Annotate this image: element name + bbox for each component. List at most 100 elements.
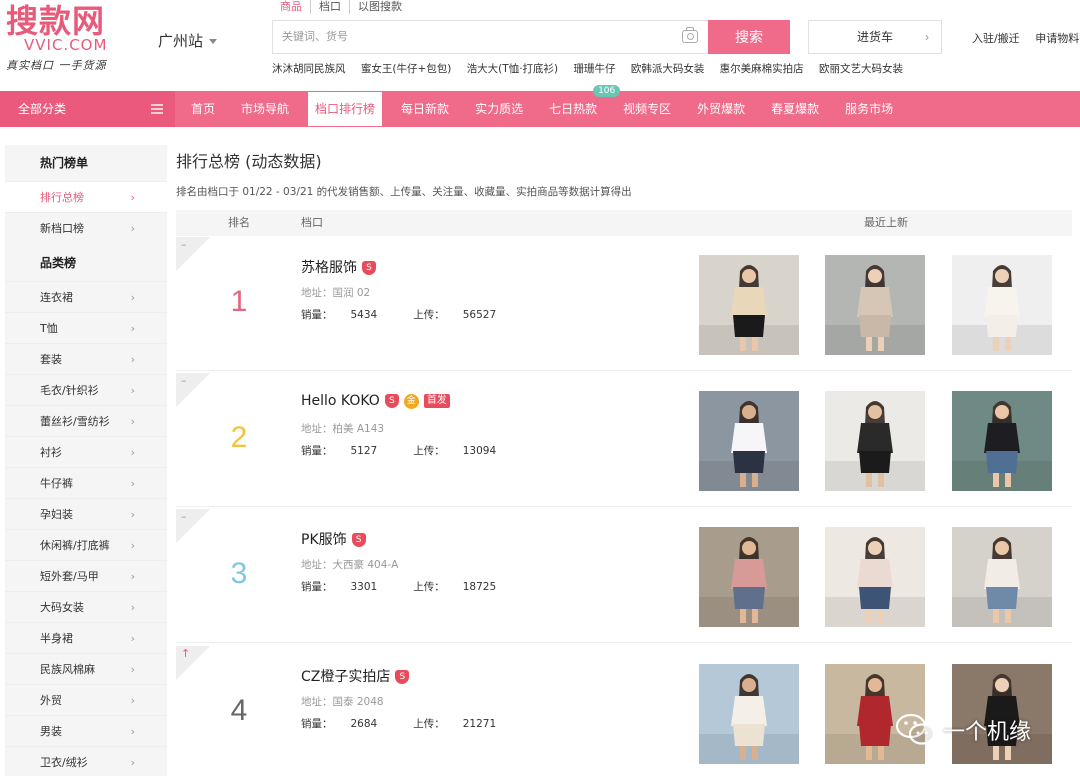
ranking-row[interactable]: – 1 苏格服饰 S 地址：国润 02 销量： 5434 上传： 56527	[176, 237, 1072, 371]
sidebar-item-label: 连衣裙	[40, 291, 73, 304]
stall-address: 地址：国润 02	[301, 285, 370, 300]
search-tab-image[interactable]: 以图搜款	[350, 0, 410, 14]
nav-item-video-zone[interactable]: 视频专区	[623, 91, 671, 127]
product-thumbnail[interactable]	[952, 527, 1052, 627]
site-logo[interactable]: 搜款网 VVIC.COM 真实档口 一手货源	[6, 4, 136, 73]
sidebar-item-label: 衬衫	[40, 446, 62, 459]
sidebar-item-category[interactable]: T恤 ›	[5, 312, 167, 343]
stall-stats: 销量： 5127 上传： 13094	[301, 443, 532, 458]
product-thumbnail[interactable]	[699, 391, 799, 491]
chevron-right-icon: ›	[130, 384, 135, 397]
trend-flat-icon: –	[181, 510, 187, 523]
station-label: 广州站	[158, 32, 204, 50]
station-selector[interactable]: 广州站	[158, 30, 218, 51]
chevron-right-icon: ›	[130, 601, 135, 614]
search-tab-stall[interactable]: 档口	[311, 0, 350, 14]
sidebar-item-category[interactable]: 卫衣/绒衫 ›	[5, 746, 167, 776]
nav-item-quality-picks[interactable]: 实力质选	[475, 91, 523, 127]
upload-prefix: 上传：	[413, 309, 445, 321]
cart-label: 进货车	[856, 30, 893, 44]
link-settle-in[interactable]: 入驻/搬迁	[972, 32, 1020, 45]
sidebar-item-category[interactable]: 短外套/马甲 ›	[5, 560, 167, 591]
sidebar-item-category[interactable]: 休闲裤/打底裤 ›	[5, 529, 167, 560]
nav-item-daily-new[interactable]: 每日新款	[401, 91, 449, 127]
all-categories-menu[interactable]: 全部分类	[0, 91, 175, 127]
sales-stat: 销量： 3301	[301, 581, 395, 593]
verified-s-badge: S	[351, 533, 366, 547]
table-header: 排名 档口 最近上新	[176, 210, 1072, 236]
product-thumbnail[interactable]	[952, 255, 1052, 355]
sidebar-item-category[interactable]: 衬衫 ›	[5, 436, 167, 467]
nav-item-home[interactable]: 首页	[191, 91, 215, 127]
sidebar-item-label: 民族风棉麻	[40, 663, 95, 676]
product-thumbnail[interactable]	[699, 527, 799, 627]
sidebar-item-category[interactable]: 孕妇装 ›	[5, 498, 167, 529]
upload-stat: 上传： 21271	[413, 718, 514, 730]
product-thumbnail[interactable]	[699, 255, 799, 355]
sidebar-item-category[interactable]: 毛衣/针织衫 ›	[5, 374, 167, 405]
nav-item-stall-ranking[interactable]: 档口排行榜	[308, 92, 383, 126]
ranking-row[interactable]: – 3 PK服饰 S 地址：大西豪 404-A 销量： 3301 上传： 18725	[176, 509, 1072, 643]
sidebar-heading-category: 品类榜	[40, 256, 77, 270]
hot-word[interactable]: 惠尔美麻棉实拍店	[720, 63, 804, 75]
sidebar-item-category[interactable]: 大码女装 ›	[5, 591, 167, 622]
hot-word[interactable]: 珊珊牛仔	[573, 63, 615, 75]
verified-s-badge: S	[395, 670, 410, 684]
stall-address: 地址：大西豪 404-A	[301, 557, 398, 572]
sidebar-item-overall-ranking[interactable]: 排行总榜 ›	[5, 181, 167, 212]
search-button[interactable]: 搜索	[708, 20, 790, 54]
cart-button[interactable]: 进货车 ›	[808, 20, 942, 54]
nav-item-market-guide[interactable]: 市场导航	[241, 91, 289, 127]
stall-name[interactable]: 苏格服饰 S	[301, 257, 376, 277]
stall-name[interactable]: PK服饰 S	[301, 529, 366, 549]
stall-name[interactable]: Hello KOKO S 金首发	[301, 393, 450, 409]
top-links: 入驻/搬迁 申请物料	[972, 30, 1080, 46]
product-thumbnail[interactable]	[952, 391, 1052, 491]
hot-word[interactable]: 欧韩派大码女装	[631, 63, 705, 75]
sidebar-item-category[interactable]: 外贸 ›	[5, 684, 167, 715]
rank-number: 4	[230, 694, 248, 727]
nav-item-seven-day-hot[interactable]: 七日热款 106	[549, 85, 621, 127]
sidebar-item-category[interactable]: 牛仔裤 ›	[5, 467, 167, 498]
product-thumbnail[interactable]	[825, 527, 925, 627]
stall-name[interactable]: CZ橙子实拍店 S	[301, 666, 410, 686]
chevron-right-icon: ›	[130, 756, 135, 769]
sales-stat: 销量： 5434	[301, 309, 395, 321]
hot-word[interactable]: 浩大大(T恤·打底衫)	[467, 63, 558, 75]
rank-number: 2	[230, 421, 248, 454]
address-prefix: 地址：	[301, 287, 333, 299]
product-thumbnail[interactable]	[825, 255, 925, 355]
hot-word[interactable]: 欧丽文艺大码女装	[819, 63, 903, 75]
chevron-right-icon: ›	[130, 477, 135, 490]
upload-prefix: 上传：	[413, 581, 445, 593]
nav-item-service-market[interactable]: 服务市场	[845, 91, 893, 127]
nav-item-export-hits[interactable]: 外贸爆款	[697, 91, 745, 127]
chevron-right-icon: ›	[130, 222, 135, 235]
sidebar-item-category[interactable]: 连衣裙 ›	[5, 281, 167, 312]
product-thumbnail[interactable]	[699, 664, 799, 764]
search-input[interactable]	[273, 21, 673, 53]
nav-item-spring-summer[interactable]: 春夏爆款	[771, 91, 819, 127]
search-tab-product[interactable]: 商品	[280, 0, 311, 14]
sidebar-item-category[interactable]: 民族风棉麻 ›	[5, 653, 167, 684]
stall-stats: 销量： 3301 上传： 18725	[301, 579, 532, 594]
stall-stats: 销量： 5434 上传： 56527	[301, 307, 532, 322]
ranking-row[interactable]: ↑ 4 CZ橙子实拍店 S 地址：国泰 2048 销量： 2684 上传： 21271	[176, 646, 1072, 776]
sidebar-item-category[interactable]: 套装 ›	[5, 343, 167, 374]
camera-icon[interactable]	[682, 27, 698, 43]
hot-word[interactable]: 沐沐胡同民族风	[272, 63, 346, 75]
upload-value: 13094	[462, 445, 497, 457]
sidebar-item-category[interactable]: 半身裙 ›	[5, 622, 167, 653]
chevron-right-icon: ›	[130, 415, 135, 428]
stall-address: 地址：柏美 A143	[301, 421, 384, 436]
upload-stat: 上传： 56527	[413, 309, 514, 321]
hot-word[interactable]: 蜜女王(牛仔+包包)	[361, 63, 452, 75]
stall-name-text: 苏格服饰	[301, 260, 357, 276]
sidebar-item-category[interactable]: 男装 ›	[5, 715, 167, 746]
product-thumbnail[interactable]	[825, 391, 925, 491]
sidebar-item-category[interactable]: 蕾丝衫/雪纺衫 ›	[5, 405, 167, 436]
sidebar-item-new-stalls[interactable]: 新档口榜 ›	[5, 212, 167, 243]
chevron-right-icon: ›	[130, 353, 135, 366]
link-apply-materials[interactable]: 申请物料	[1035, 32, 1079, 45]
ranking-row[interactable]: – 2 Hello KOKO S 金首发 地址：柏美 A143 销量： 5127 上传： 1309…	[176, 373, 1072, 507]
